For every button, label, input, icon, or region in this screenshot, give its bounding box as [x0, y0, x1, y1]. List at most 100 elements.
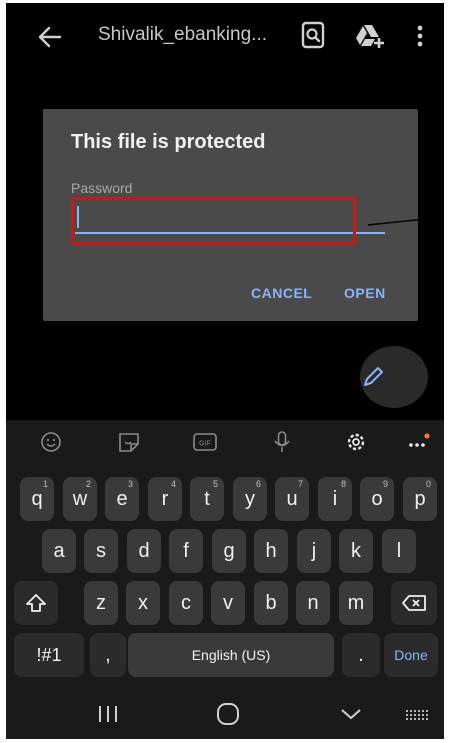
annotation-pointer-line — [367, 216, 444, 226]
microphone-icon[interactable] — [269, 431, 295, 453]
key-label: y — [245, 487, 255, 510]
key-w[interactable]: w2 — [63, 477, 97, 521]
key-r[interactable]: r4 — [148, 477, 182, 521]
key-label: p — [414, 487, 426, 510]
key-label: z — [96, 591, 106, 614]
key-f[interactable]: f — [169, 529, 203, 573]
key-label: k — [351, 539, 361, 562]
key-j[interactable]: j — [297, 529, 331, 573]
key-label: x — [138, 591, 148, 614]
keyboard-toolbar: GIF — [6, 420, 444, 464]
more-vertical-icon[interactable] — [411, 21, 429, 51]
period-key[interactable]: . — [342, 633, 380, 677]
key-h[interactable]: h — [254, 529, 288, 573]
key-m[interactable]: m — [339, 581, 373, 625]
key-label: f — [183, 539, 189, 562]
password-dialog: This file is protected Password CANCEL O… — [43, 109, 418, 321]
key-hint: 1 — [42, 479, 48, 489]
key-i[interactable]: i8 — [318, 477, 352, 521]
home-icon[interactable] — [208, 700, 248, 728]
key-n[interactable]: n — [296, 581, 330, 625]
key-label: n — [307, 591, 319, 614]
key-label: s — [96, 539, 106, 562]
recent-apps-icon[interactable] — [88, 700, 128, 728]
edit-fab-button[interactable] — [360, 346, 428, 408]
svg-text:GIF: GIF — [199, 441, 211, 448]
key-hint: 8 — [340, 479, 346, 489]
system-navigation-bar — [6, 690, 444, 739]
hide-keyboard-icon[interactable] — [331, 700, 371, 728]
key-label: e — [116, 487, 128, 510]
key-label: v — [223, 591, 233, 614]
key-hint: 0 — [425, 479, 431, 489]
key-x[interactable]: x — [126, 581, 160, 625]
key-p[interactable]: p0 — [403, 477, 437, 521]
emoji-icon[interactable] — [38, 431, 64, 453]
key-label: w — [72, 487, 88, 510]
cancel-button[interactable]: CANCEL — [251, 285, 312, 301]
shift-key[interactable] — [14, 581, 58, 625]
key-label: d — [138, 539, 150, 562]
done-key[interactable]: Done — [384, 633, 438, 677]
key-label: q — [31, 487, 43, 510]
key-t[interactable]: t5 — [190, 477, 224, 521]
key-hint: 3 — [127, 479, 133, 489]
backspace-key[interactable] — [391, 581, 437, 625]
key-hint: 4 — [170, 479, 176, 489]
key-u[interactable]: u7 — [275, 477, 309, 521]
settings-icon[interactable] — [343, 431, 369, 453]
open-button[interactable]: OPEN — [344, 285, 386, 301]
key-g[interactable]: g — [212, 529, 246, 573]
gif-icon[interactable]: GIF — [192, 431, 218, 453]
highlight-annotation-box — [71, 197, 356, 245]
key-k[interactable]: k — [339, 529, 373, 573]
key-label: i — [332, 487, 338, 510]
keyboard-switch-icon[interactable] — [400, 700, 440, 728]
key-label: r — [161, 487, 169, 510]
key-d[interactable]: d — [127, 529, 161, 573]
key-z[interactable]: z — [84, 581, 118, 625]
key-c[interactable]: c — [169, 581, 203, 625]
key-y[interactable]: y6 — [233, 477, 267, 521]
sticker-icon[interactable] — [116, 431, 142, 453]
more-horizontal-icon[interactable] — [406, 431, 432, 453]
key-label: h — [265, 539, 277, 562]
key-hint: 9 — [382, 479, 388, 489]
backspace-icon — [402, 595, 426, 611]
phone-screen: Shivalik_ebanking... This file is protec… — [6, 3, 444, 739]
key-q[interactable]: q1 — [20, 477, 54, 521]
pencil-icon — [364, 367, 383, 386]
symbols-key[interactable]: !#1 — [14, 633, 84, 677]
key-hint: 2 — [85, 479, 91, 489]
key-label: a — [53, 539, 65, 562]
key-label: g — [223, 539, 235, 562]
key-label: c — [181, 591, 191, 614]
comma-key[interactable]: , — [90, 633, 126, 677]
key-e[interactable]: e3 — [105, 477, 139, 521]
document-title: Shivalik_ebanking... — [98, 24, 267, 45]
on-screen-keyboard: GIF q 1 w 2 e 3 r 4 t 5 y 6 u 7 i 8 o 9 … — [6, 420, 444, 739]
add-to-drive-icon[interactable] — [355, 23, 385, 49]
key-label: u — [286, 487, 298, 510]
key-o[interactable]: o9 — [360, 477, 394, 521]
key-hint: 6 — [255, 479, 261, 489]
find-in-document-icon[interactable] — [300, 21, 326, 49]
key-s[interactable]: s — [84, 529, 118, 573]
key-a[interactable]: a — [42, 529, 76, 573]
shift-icon — [26, 594, 46, 612]
key-l[interactable]: l — [382, 529, 416, 573]
key-hint: 7 — [297, 479, 303, 489]
key-label: o — [371, 487, 383, 510]
key-b[interactable]: b — [254, 581, 288, 625]
key-label: l — [396, 539, 402, 562]
key-hint: 5 — [212, 479, 218, 489]
key-label: t — [204, 487, 210, 510]
key-label: b — [265, 591, 277, 614]
space-key[interactable]: English (US) — [128, 633, 334, 677]
key-label: j — [311, 539, 317, 562]
dialog-title: This file is protected — [71, 131, 266, 153]
arrow-left-icon[interactable] — [36, 23, 64, 51]
key-v[interactable]: v — [211, 581, 245, 625]
password-label: Password — [71, 180, 133, 196]
key-label: m — [347, 591, 365, 614]
